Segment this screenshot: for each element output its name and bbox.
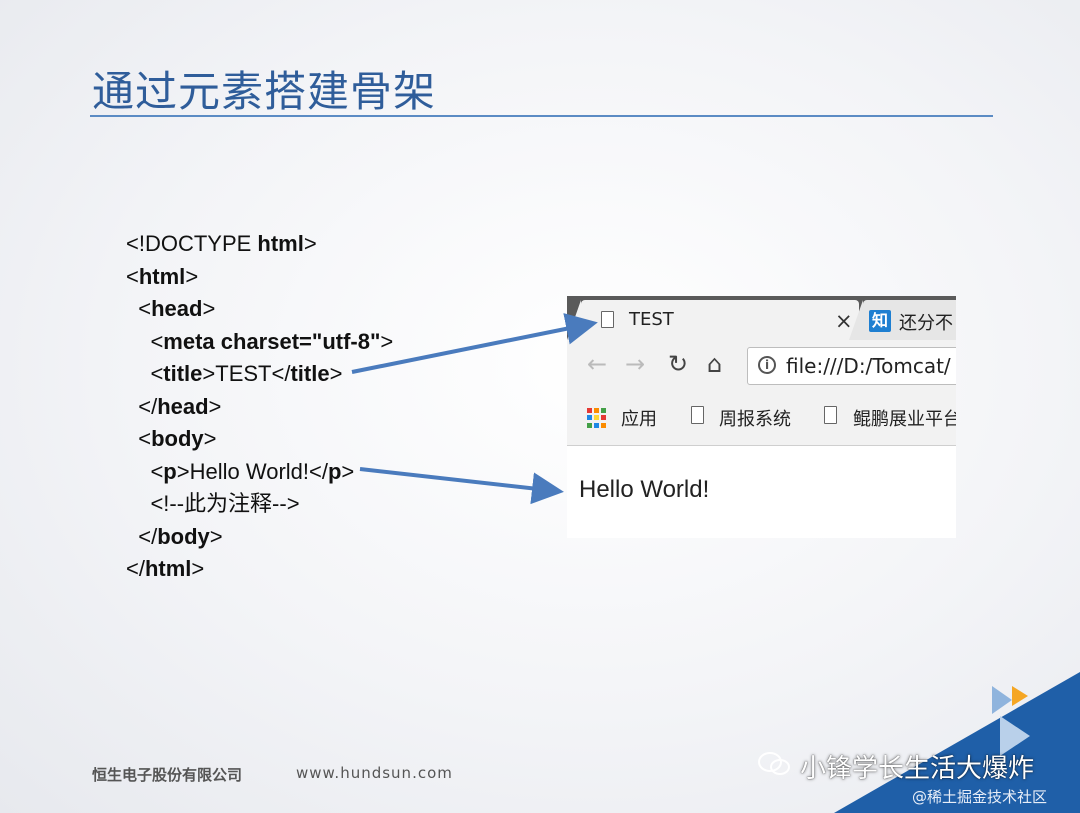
tab-second-title: 还分不 [899,313,953,334]
code-keyword: html [144,556,192,581]
code-keyword: html [257,231,304,256]
html-code-block: <!DOCTYPE html> <html> <head> <meta chars… [126,228,393,586]
code-keyword: p [163,458,177,484]
code-text: > [203,426,217,451]
code-line: </head> [126,391,393,424]
code-keyword: body [151,426,204,451]
code-text: > [209,523,223,549]
apps-grid-dot [594,408,599,413]
back-arrow-icon[interactable]: ← [587,350,607,378]
document-icon [691,406,704,424]
code-line: <!--此为注释--> [126,488,393,521]
code-keyword: p [327,458,342,484]
apps-grid-dot [587,422,592,428]
code-keyword: head [151,296,203,321]
code-text: < [126,458,164,484]
code-text: <!--此为注释--> [126,491,300,516]
title-divider [90,115,993,117]
info-icon[interactable]: i [758,356,776,374]
code-text: < [126,296,152,321]
code-text: >TEST</ [202,361,291,386]
slide-title: 通过元素搭建骨架 [92,67,437,116]
code-keyword: title [290,361,330,386]
code-text: > [341,458,355,484]
browser-screenshot: TEST × 知 还分不 ← → ↻ ⌂ i file:///D:/Tomcat… [567,296,956,538]
code-text: >Hello World!</ [176,458,328,484]
code-text: </ [126,556,145,581]
code-text: > [208,393,222,419]
code-text: > [202,296,216,321]
code-line: </body> [126,521,393,554]
code-text: < [126,426,152,451]
apps-grid-icon[interactable] [587,408,607,428]
code-line: <body> [126,423,393,456]
code-keyword: title [163,361,203,386]
forward-arrow-icon[interactable]: → [625,350,645,378]
apps-grid-dot [601,408,606,413]
url-text[interactable]: file:///D:/Tomcat/ [786,354,951,378]
address-bar[interactable]: i file:///D:/Tomcat/ [747,347,956,385]
code-line: <head> [126,293,393,326]
footer-company: 恒生电子股份有限公司 [92,766,243,784]
document-icon [824,406,837,424]
bookmarks-bar: 应用 周报系统 鲲鹏展业平台 [567,390,956,446]
apps-grid-dot [594,422,599,428]
code-text: > [380,328,394,354]
code-text: > [303,231,317,256]
tab-title: TEST [629,309,674,330]
code-line: <p>Hello World!</p> [126,456,393,489]
code-line: </html> [126,553,393,586]
code-text: < [126,328,164,354]
apps-grid-dot [587,415,592,421]
code-text: </ [126,393,158,419]
code-text: < [126,361,164,386]
code-line: <meta charset="utf-8"> [126,326,393,359]
bookmark-apps[interactable]: 应用 [621,405,657,431]
home-icon[interactable]: ⌂ [707,350,722,378]
apps-grid-dot [601,415,606,421]
code-keyword: head [157,393,209,419]
page-content-text: Hello World! [579,476,710,503]
code-text: <!DOCTYPE [126,231,258,256]
apps-grid-dot [594,415,599,421]
reload-icon[interactable]: ↻ [668,350,688,378]
code-text: > [185,263,199,289]
bookmark-weekly-report[interactable]: 周报系统 [719,405,791,431]
code-line: <title>TEST</title> [126,358,393,391]
tab-active[interactable]: TEST × [567,300,859,340]
zhihu-icon: 知 [869,310,891,332]
bookmark-kunpeng[interactable]: 鲲鹏展业平台 [853,405,956,431]
browser-toolbar: ← → ↻ ⌂ i file:///D:/Tomcat/ [567,340,956,390]
apps-grid-dot [587,408,592,413]
code-text: < [126,263,139,289]
code-text: </ [126,523,158,549]
watermark-sub: @稀土掘金技术社区 [912,788,1048,806]
code-keyword: html [138,263,186,289]
apps-grid-dot [601,422,606,428]
tab-second[interactable]: 知 还分不 [849,300,956,340]
code-text: > [329,361,343,386]
footer-url[interactable]: www.hundsun.com [296,764,453,782]
code-line: <html> [126,261,393,294]
code-keyword: body [157,523,210,549]
document-icon [601,311,614,328]
code-line: <!DOCTYPE html> [126,228,393,261]
wechat-icon [758,752,790,775]
code-text: > [191,556,205,581]
code-keyword: meta charset="utf-8" [163,328,381,354]
tab-strip: TEST × 知 还分不 [567,296,956,340]
watermark-main: 小锋学长生活大爆炸 [800,754,1035,784]
